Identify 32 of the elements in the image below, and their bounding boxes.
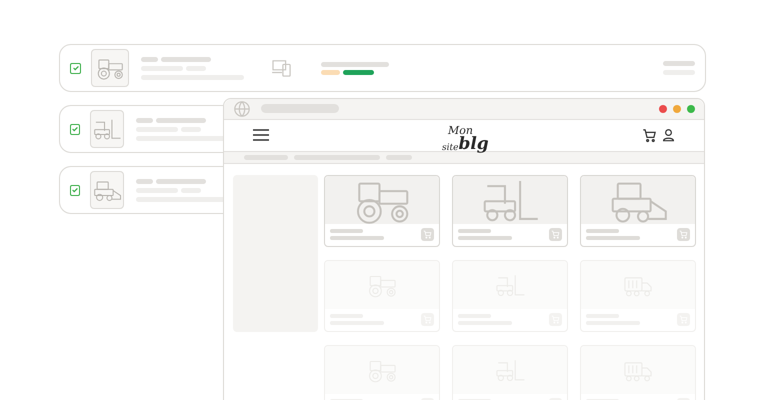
check-icon (71, 125, 79, 133)
placeholder-bar (458, 229, 491, 234)
product-card[interactable] (452, 174, 568, 247)
placeholder-bar (663, 61, 695, 66)
placeholder-bar (156, 178, 206, 184)
cart-icon[interactable] (642, 128, 657, 143)
placeholder-bar (458, 236, 512, 240)
placeholder-bar (321, 62, 389, 66)
menu-icon[interactable] (253, 129, 269, 142)
placeholder-bar (586, 236, 640, 240)
devices-icon (271, 59, 293, 77)
listing-row[interactable] (59, 44, 706, 92)
globe-icon (233, 100, 251, 118)
placeholder-bar (156, 118, 206, 122)
checkbox[interactable] (70, 62, 81, 74)
site-logo[interactable]: Mon siteblg (442, 124, 489, 153)
listing-row[interactable] (59, 166, 223, 214)
placeholder-bar (136, 178, 153, 184)
listing-row[interactable] (59, 105, 223, 153)
check-icon (72, 64, 80, 72)
check-icon (71, 186, 79, 194)
placeholder-bar (330, 236, 384, 240)
product-card[interactable] (580, 174, 696, 247)
product-card[interactable] (324, 174, 440, 247)
placeholder-bar (586, 229, 619, 234)
placeholder-bar (161, 56, 211, 62)
checkbox[interactable] (70, 124, 80, 134)
checkbox[interactable] (70, 184, 80, 196)
placeholder-bar (330, 229, 363, 234)
placeholder-bar (136, 118, 153, 122)
placeholder-bar (141, 56, 158, 62)
user-icon[interactable] (662, 128, 675, 142)
